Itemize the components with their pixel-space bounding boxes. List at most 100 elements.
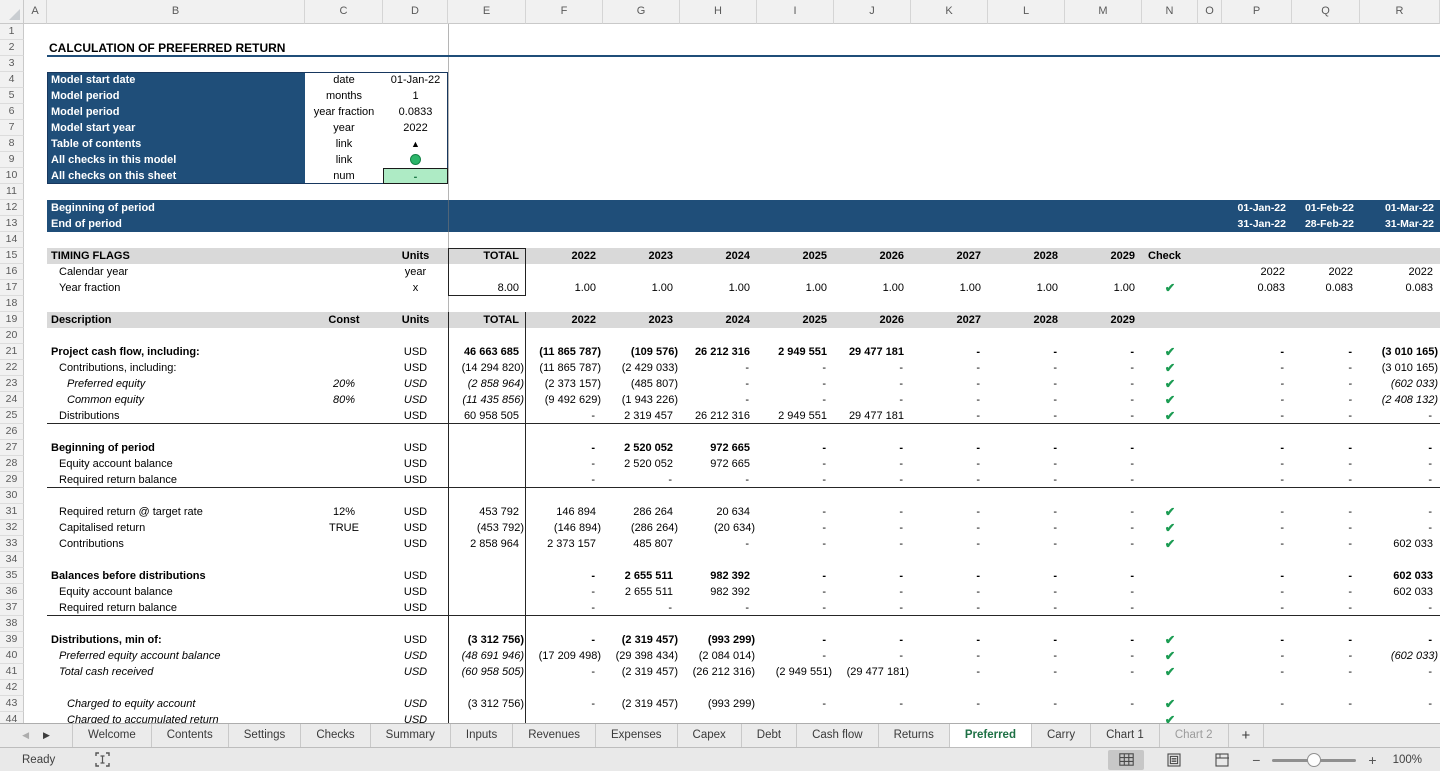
cell-K23[interactable]: - [911, 376, 988, 392]
cell-M17[interactable]: 1.00 [1065, 280, 1142, 296]
cell-E19[interactable]: TOTAL [448, 312, 526, 328]
cell-D33[interactable]: USD [383, 536, 448, 552]
cell-R24[interactable]: (2 408 132) [1360, 392, 1440, 408]
cell-K28[interactable]: - [911, 456, 988, 472]
cell-P22[interactable]: - [1222, 360, 1292, 376]
row-header-33[interactable]: 33 [0, 536, 24, 552]
cell-G29[interactable]: - [603, 472, 680, 488]
zoom-out-button[interactable]: − [1252, 753, 1260, 767]
cell-C24[interactable]: 80% [305, 392, 383, 408]
cell-I35[interactable]: - [757, 568, 834, 584]
cell-M43[interactable]: - [1065, 696, 1142, 712]
cell-K32[interactable]: - [911, 520, 988, 536]
cell-Q21[interactable]: - [1292, 344, 1360, 360]
tab-carry[interactable]: Carry [1032, 724, 1092, 747]
cell-F21[interactable]: (11 865 787) [526, 344, 603, 360]
cell-I27[interactable]: - [757, 440, 834, 456]
cell-H35[interactable]: 982 392 [680, 568, 757, 584]
cell-D43[interactable]: USD [383, 696, 448, 712]
cell-H28[interactable]: 972 665 [680, 456, 757, 472]
cell-D41[interactable]: USD [383, 664, 448, 680]
row-header-17[interactable]: 17 [0, 280, 24, 296]
cell-Q16[interactable]: 2022 [1292, 264, 1360, 280]
cell-L21[interactable]: - [988, 344, 1065, 360]
cell-H41[interactable]: (26 212 316) [680, 664, 757, 680]
cell-C32[interactable]: TRUE [305, 520, 383, 536]
cell-F37[interactable]: - [526, 600, 603, 616]
cell-R29[interactable]: - [1360, 472, 1440, 488]
row-header-5[interactable]: 5 [0, 88, 24, 104]
cell-Q27[interactable]: - [1292, 440, 1360, 456]
cell-G39[interactable]: (2 319 457) [603, 632, 680, 648]
row-header-27[interactable]: 27 [0, 440, 24, 456]
cell-H29[interactable]: - [680, 472, 757, 488]
zoom-level[interactable]: 100% [1393, 754, 1422, 766]
cell-H17[interactable]: 1.00 [680, 280, 757, 296]
cell-P31[interactable]: - [1222, 504, 1292, 520]
cell-D25[interactable]: USD [383, 408, 448, 424]
column-header-P[interactable]: P [1222, 0, 1292, 24]
cell-P41[interactable]: - [1222, 664, 1292, 680]
cell-D15[interactable]: Units [383, 248, 448, 264]
cell-P23[interactable]: - [1222, 376, 1292, 392]
cell-L33[interactable]: - [988, 536, 1065, 552]
cell-F19[interactable]: 2022 [526, 312, 603, 328]
tab-capex[interactable]: Capex [678, 724, 742, 747]
cell-J39[interactable]: - [834, 632, 911, 648]
cell-B22[interactable]: Contributions, including: [59, 360, 359, 376]
cell-G35[interactable]: 2 655 511 [603, 568, 680, 584]
cell-F23[interactable]: (2 373 157) [526, 376, 603, 392]
cell-H40[interactable]: (2 084 014) [680, 648, 757, 664]
row-header-30[interactable]: 30 [0, 488, 24, 504]
cell-L35[interactable]: - [988, 568, 1065, 584]
cell-M22[interactable]: - [1065, 360, 1142, 376]
cell-F25[interactable]: - [526, 408, 603, 424]
cell-E31[interactable]: 453 792 [448, 504, 526, 520]
cell-L22[interactable]: - [988, 360, 1065, 376]
check-icon-row-23[interactable]: ✔ [1142, 376, 1198, 392]
cell-J25[interactable]: 29 477 181 [834, 408, 911, 424]
cell-J27[interactable]: - [834, 440, 911, 456]
tab-welcome[interactable]: Welcome [72, 724, 152, 747]
cell-I36[interactable]: - [757, 584, 834, 600]
cell-K17[interactable]: 1.00 [911, 280, 988, 296]
cell-B43[interactable]: Charged to equity account [67, 696, 367, 712]
check-icon-row-43[interactable]: ✔ [1142, 696, 1198, 712]
cell-Q35[interactable]: - [1292, 568, 1360, 584]
column-header-N[interactable]: N [1142, 0, 1198, 24]
cell-F43[interactable]: - [526, 696, 603, 712]
cell-I24[interactable]: - [757, 392, 834, 408]
cell-B40[interactable]: Preferred equity account balance [59, 648, 359, 664]
cell-B28[interactable]: Equity account balance [59, 456, 359, 472]
cell-Q29[interactable]: - [1292, 472, 1360, 488]
cell-G27[interactable]: 2 520 052 [603, 440, 680, 456]
cell-I17[interactable]: 1.00 [757, 280, 834, 296]
cell-E25[interactable]: 60 958 505 [448, 408, 526, 424]
row-header-13[interactable]: 13 [0, 216, 24, 232]
cell-K21[interactable]: - [911, 344, 988, 360]
cell-D40[interactable]: USD [383, 648, 448, 664]
cell-E32[interactable]: (453 792) [448, 520, 526, 536]
row-header-25[interactable]: 25 [0, 408, 24, 424]
cell-P32[interactable]: - [1222, 520, 1292, 536]
cell-K43[interactable]: - [911, 696, 988, 712]
cell-D23[interactable]: USD [383, 376, 448, 392]
check-icon-row-25[interactable]: ✔ [1142, 408, 1198, 424]
tab-expenses[interactable]: Expenses [596, 724, 678, 747]
cell-B16[interactable]: Calendar year [59, 264, 359, 280]
cell-J41[interactable]: (29 477 181) [834, 664, 911, 680]
cell-L37[interactable]: - [988, 600, 1065, 616]
tabs-scroll-right-icon[interactable]: ▶ [43, 730, 50, 741]
row-header-15[interactable]: 15 [0, 248, 24, 264]
cell-G33[interactable]: 485 807 [603, 536, 680, 552]
row-header-36[interactable]: 36 [0, 584, 24, 600]
cell-M39[interactable]: - [1065, 632, 1142, 648]
tab-revenues[interactable]: Revenues [513, 724, 596, 747]
cell-P39[interactable]: - [1222, 632, 1292, 648]
row-header-3[interactable]: 3 [0, 56, 24, 72]
cell-B39[interactable]: Distributions, min of: [51, 632, 351, 648]
cell-I23[interactable]: - [757, 376, 834, 392]
row-header-40[interactable]: 40 [0, 648, 24, 664]
cell-P33[interactable]: - [1222, 536, 1292, 552]
period-end-label[interactable]: End of period [51, 216, 311, 232]
